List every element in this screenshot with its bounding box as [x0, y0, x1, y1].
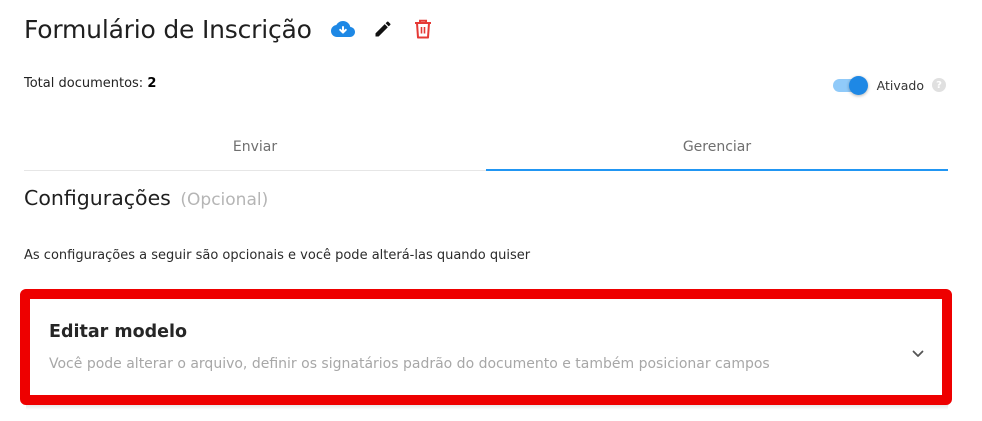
page-header: Formulário de Inscrição [24, 12, 440, 46]
section-title-text: Configurações [24, 186, 171, 210]
tab-enviar[interactable]: Enviar [24, 124, 486, 170]
title-actions [326, 12, 440, 46]
cloud-download-icon [330, 21, 355, 37]
section-optional-label: (Opcional) [180, 190, 269, 210]
total-documents-label: Total documentos: [24, 76, 144, 91]
page-title: Formulário de Inscrição [24, 14, 312, 44]
tab-bar: Enviar Gerenciar [24, 124, 948, 171]
delete-button[interactable] [406, 12, 440, 46]
status-toggle[interactable] [832, 74, 870, 96]
section-description: As configurações a seguir são opcionais … [24, 248, 531, 263]
status-toggle-group: Ativado ? [832, 74, 946, 96]
total-documents: Total documentos: 2 [24, 76, 156, 91]
tab-gerenciar[interactable]: Gerenciar [486, 124, 948, 171]
status-toggle-label: Ativado [876, 77, 924, 93]
total-documents-value: 2 [147, 76, 157, 91]
expand-button[interactable] [908, 344, 928, 364]
download-button[interactable] [326, 12, 360, 46]
section-title: Configurações (Opcional) [24, 186, 268, 210]
help-icon[interactable]: ? [932, 78, 946, 92]
card-title: Editar modelo [49, 322, 188, 342]
chevron-down-icon [912, 350, 924, 357]
trash-icon [414, 19, 431, 39]
edit-template-card[interactable]: Editar modelo Você pode alterar o arquiv… [20, 289, 952, 405]
pencil-icon [375, 21, 391, 37]
card-description: Você pode alterar o arquivo, definir os … [49, 356, 770, 372]
toggle-thumb [848, 76, 868, 95]
edit-button[interactable] [366, 12, 400, 46]
